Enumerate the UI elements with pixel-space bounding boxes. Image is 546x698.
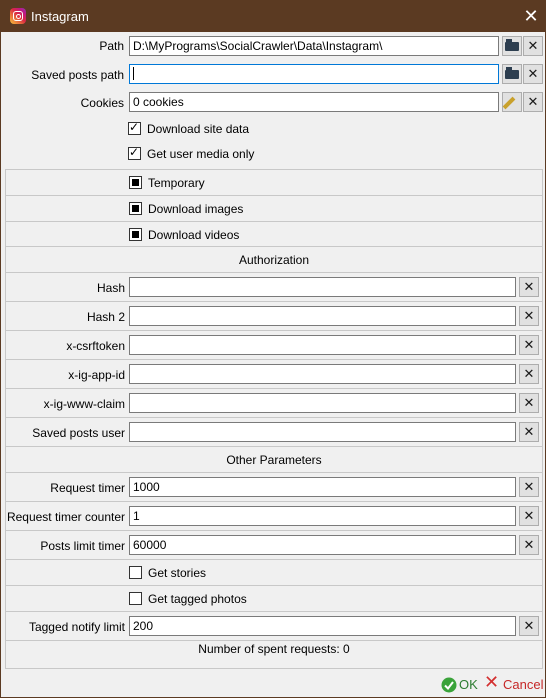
temporary-row	[5, 169, 543, 196]
text-caret	[133, 67, 134, 80]
clear-tagged-notify-limit-button[interactable]: ✕	[519, 616, 539, 636]
get-stories-checkbox[interactable]	[129, 566, 142, 579]
get-user-media-only-checkbox[interactable]	[128, 145, 141, 160]
tagged-notify-limit-field[interactable]: 200	[129, 616, 516, 636]
cookies-field[interactable]: 0 cookies	[129, 92, 499, 112]
window-title: Instagram	[31, 9, 89, 24]
get-tagged-photos-label: Get tagged photos	[148, 592, 247, 606]
download-site-data-label: Download site data	[147, 122, 250, 136]
get-stories-row	[5, 559, 543, 586]
app-id-label: x-ig-app-id	[68, 368, 125, 382]
saved-posts-path-label: Saved posts path	[31, 68, 124, 82]
app-id-field[interactable]	[129, 364, 516, 384]
posts-limit-timer-label: Posts limit timer	[40, 539, 125, 553]
clear-request-timer-button[interactable]: ✕	[519, 477, 539, 497]
saved-posts-path-field[interactable]	[129, 64, 499, 84]
dialog-window: Instagram ✕ Path D:\MyPrograms\SocialCra…	[0, 0, 546, 698]
browse-path-button[interactable]	[502, 36, 522, 56]
path-field[interactable]: D:\MyPrograms\SocialCrawler\Data\Instagr…	[129, 36, 499, 56]
request-timer-label: Request timer	[50, 481, 125, 495]
clear-saved-posts-path-button[interactable]: ✕	[523, 64, 543, 84]
temporary-label: Temporary	[148, 176, 205, 190]
spent-requests-status: Number of spent requests: 0	[198, 642, 350, 656]
browse-saved-posts-path-button[interactable]	[502, 64, 522, 84]
tagged-notify-limit-label: Tagged notify limit	[28, 620, 125, 634]
instagram-icon	[10, 8, 26, 24]
clear-hash2-button[interactable]: ✕	[519, 306, 539, 326]
path-label: Path	[99, 39, 124, 53]
ok-label: OK	[459, 677, 478, 692]
download-videos-checkbox[interactable]	[129, 228, 142, 241]
temporary-checkbox[interactable]	[129, 176, 142, 189]
download-images-checkbox[interactable]	[129, 202, 142, 215]
request-timer-counter-label: Request timer counter	[6, 510, 125, 524]
folder-open-icon	[505, 39, 519, 52]
request-timer-field[interactable]: 1000	[129, 477, 516, 497]
download-images-label: Download images	[148, 202, 244, 216]
download-videos-label: Download videos	[148, 228, 240, 242]
clear-csrftoken-button[interactable]: ✕	[519, 335, 539, 355]
clear-www-claim-button[interactable]: ✕	[519, 393, 539, 413]
csrftoken-label: x-csrftoken	[66, 339, 125, 353]
ok-check-icon	[441, 677, 457, 693]
clear-saved-posts-user-button[interactable]: ✕	[519, 422, 539, 442]
hash2-label: Hash 2	[86, 310, 125, 324]
get-stories-label: Get stories	[148, 566, 207, 580]
cancel-button[interactable]: ✕ Cancel	[482, 672, 544, 697]
clear-request-timer-counter-button[interactable]: ✕	[519, 506, 539, 526]
posts-limit-timer-field[interactable]: 60000	[129, 535, 516, 555]
get-tagged-photos-row	[5, 585, 543, 612]
get-user-media-only-label: Get user media only	[147, 147, 255, 161]
saved-posts-user-field[interactable]	[129, 422, 516, 442]
clear-path-button[interactable]: ✕	[523, 36, 543, 56]
edit-cookies-button[interactable]	[502, 92, 522, 112]
clear-posts-limit-timer-button[interactable]: ✕	[519, 535, 539, 555]
ok-button[interactable]: OK	[440, 674, 480, 697]
cookies-label: Cookies	[80, 96, 124, 110]
www-claim-label: x-ig-www-claim	[43, 397, 125, 411]
clear-cookies-button[interactable]: ✕	[523, 92, 543, 112]
get-tagged-photos-checkbox[interactable]	[129, 592, 142, 605]
download-images-row	[5, 195, 543, 222]
folder-open-icon	[505, 67, 519, 80]
download-site-data-checkbox[interactable]	[128, 120, 141, 135]
authorization-header: Authorization	[238, 253, 310, 267]
other-parameters-header: Other Parameters	[226, 453, 322, 467]
download-videos-row	[5, 221, 543, 247]
saved-posts-user-label: Saved posts user	[32, 426, 125, 440]
hash-field[interactable]	[129, 277, 516, 297]
request-timer-counter-field[interactable]: 1	[129, 506, 516, 526]
cancel-label: Cancel	[503, 677, 544, 692]
pencil-icon	[502, 96, 516, 110]
csrftoken-field[interactable]	[129, 335, 516, 355]
clear-app-id-button[interactable]: ✕	[519, 364, 539, 384]
close-window-button[interactable]: ✕	[515, 1, 546, 32]
title-bar: Instagram ✕	[1, 1, 546, 32]
hash2-field[interactable]	[129, 306, 516, 326]
clear-hash-button[interactable]: ✕	[519, 277, 539, 297]
www-claim-field[interactable]	[129, 393, 516, 413]
cancel-x-icon: ✕	[484, 672, 500, 693]
hash-label: Hash	[96, 281, 125, 295]
